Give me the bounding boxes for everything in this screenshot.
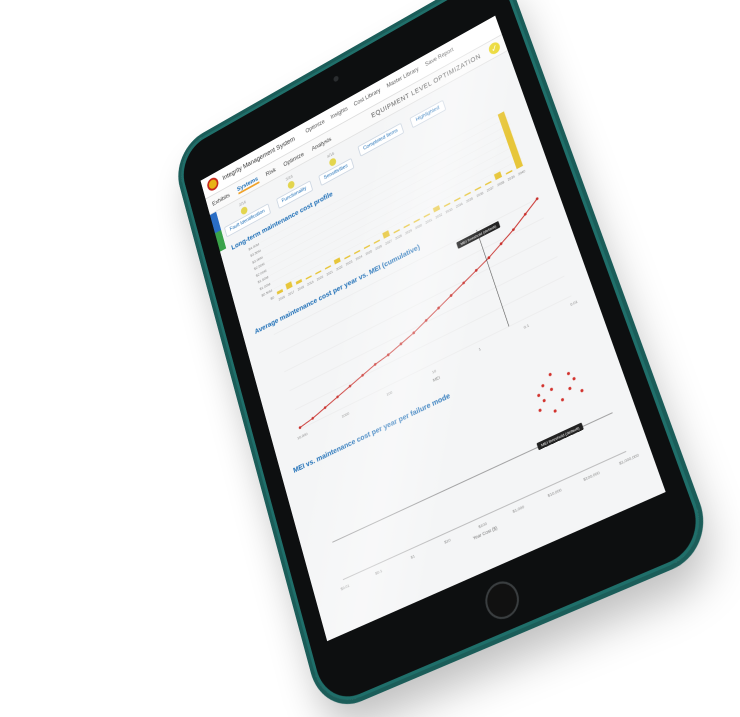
- data-point: [553, 408, 558, 414]
- x-tick-label: 2028: [395, 233, 403, 240]
- data-point: [566, 371, 571, 376]
- data-point: [580, 388, 584, 393]
- x-tick-label: $0.01: [340, 583, 350, 591]
- bar: [443, 202, 451, 208]
- x-tick-label: 2029: [405, 228, 413, 235]
- threshold-label: MEI threshold (default): [460, 224, 497, 246]
- data-point: [548, 372, 553, 377]
- topnav-item[interactable]: Optimize: [305, 119, 325, 134]
- bar: [484, 180, 492, 186]
- camera-icon: [332, 74, 340, 83]
- bar: [464, 191, 471, 197]
- x-tick-label: $1,000,000: [619, 453, 640, 466]
- bar: [305, 275, 312, 280]
- x-tick-label: 2021: [326, 270, 334, 277]
- bar: [276, 288, 284, 295]
- x-tick-label: 2040: [518, 169, 526, 177]
- data-point: [567, 386, 572, 391]
- bar: [403, 223, 410, 229]
- bar: [344, 254, 351, 260]
- bar: [475, 186, 482, 192]
- x-tick-label: 2037: [486, 185, 494, 193]
- x-tick-label: 2025: [365, 249, 373, 256]
- x-tick-label: 2026: [375, 244, 383, 251]
- x-tick-label: 1000: [341, 411, 350, 419]
- x-axis: [343, 451, 626, 579]
- product-mockup: Integrity Management System Optimize Ins…: [0, 0, 740, 717]
- x-axis-label: MEI: [432, 374, 441, 382]
- x-tick-label: 2035: [466, 196, 474, 203]
- x-tick-label: 2023: [345, 259, 353, 266]
- x-tick-label: $1: [410, 554, 415, 560]
- x-tick-label: 2034: [455, 202, 463, 209]
- bar: [393, 229, 400, 234]
- bar: [493, 171, 503, 181]
- x-tick-label: 2020: [316, 275, 324, 282]
- x-tick-label: $100,000: [583, 470, 601, 482]
- x-tick-label: 0.1: [523, 323, 529, 330]
- data-point: [560, 397, 565, 402]
- bar: [373, 239, 381, 244]
- data-point: [572, 376, 576, 381]
- mei-threshold-line: [477, 230, 509, 326]
- bar: [315, 270, 322, 275]
- bar: [324, 265, 332, 270]
- highlighted-button[interactable]: Highlighted: [409, 99, 447, 128]
- x-tick-label: $10,000: [547, 488, 562, 499]
- data-point: [538, 408, 542, 413]
- y-tick-label: $0: [270, 295, 275, 301]
- x-tick-label: 2039: [507, 174, 515, 182]
- checkmark-icon: ✓: [487, 40, 502, 57]
- x-tick-label: 1: [478, 347, 481, 352]
- data-point: [549, 387, 554, 392]
- x-tick-label: 2033: [445, 207, 453, 214]
- tab-risk[interactable]: Risk: [265, 166, 277, 177]
- x-tick-label: 2038: [497, 180, 505, 188]
- x-tick-label: 2032: [435, 212, 443, 219]
- x-tick-label: 2018: [297, 285, 305, 292]
- shell-logo-icon: [205, 175, 220, 193]
- bar: [497, 111, 524, 170]
- bar: [505, 169, 513, 175]
- x-tick-label: $1,000: [512, 505, 525, 514]
- data-point: [540, 383, 545, 388]
- x-tick-label: $0.1: [375, 569, 383, 576]
- x-tick-label: 2031: [425, 218, 433, 225]
- x-tick-label: 2027: [385, 239, 393, 246]
- bar: [382, 230, 390, 239]
- bar: [295, 278, 303, 285]
- x-tick-label: 10,000: [297, 432, 308, 441]
- x-tick-label: 2017: [288, 290, 296, 297]
- x-axis-label: Year Cost ($): [472, 524, 498, 541]
- x-tick-label: 2022: [336, 264, 344, 271]
- x-tick-label: $10: [444, 538, 451, 545]
- tablet-screen: Integrity Management System Optimize Ins…: [200, 15, 666, 642]
- bar: [354, 249, 361, 255]
- threshold-label: MEI threshold (default): [541, 426, 580, 448]
- x-tick-label: 100: [386, 390, 393, 397]
- home-button[interactable]: [480, 575, 524, 625]
- bar: [423, 213, 431, 218]
- x-tick-label: 0.01: [570, 299, 579, 307]
- data-point: [536, 393, 541, 398]
- bar: [363, 244, 371, 250]
- x-tick-label: 2030: [415, 223, 423, 230]
- bar: [413, 218, 420, 224]
- x-tick-label: 10: [432, 369, 437, 375]
- x-tick-label: 2024: [355, 254, 363, 261]
- bar: [454, 197, 461, 202]
- topnav-item[interactable]: Insights: [330, 106, 348, 120]
- data-point: [542, 398, 547, 403]
- x-tick-label: 2016: [278, 295, 285, 302]
- x-tick-label: 2036: [476, 191, 484, 199]
- bar: [285, 281, 293, 290]
- x-tick-label: 2019: [307, 280, 315, 287]
- tablet-device: Integrity Management System Optimize Ins…: [170, 0, 718, 717]
